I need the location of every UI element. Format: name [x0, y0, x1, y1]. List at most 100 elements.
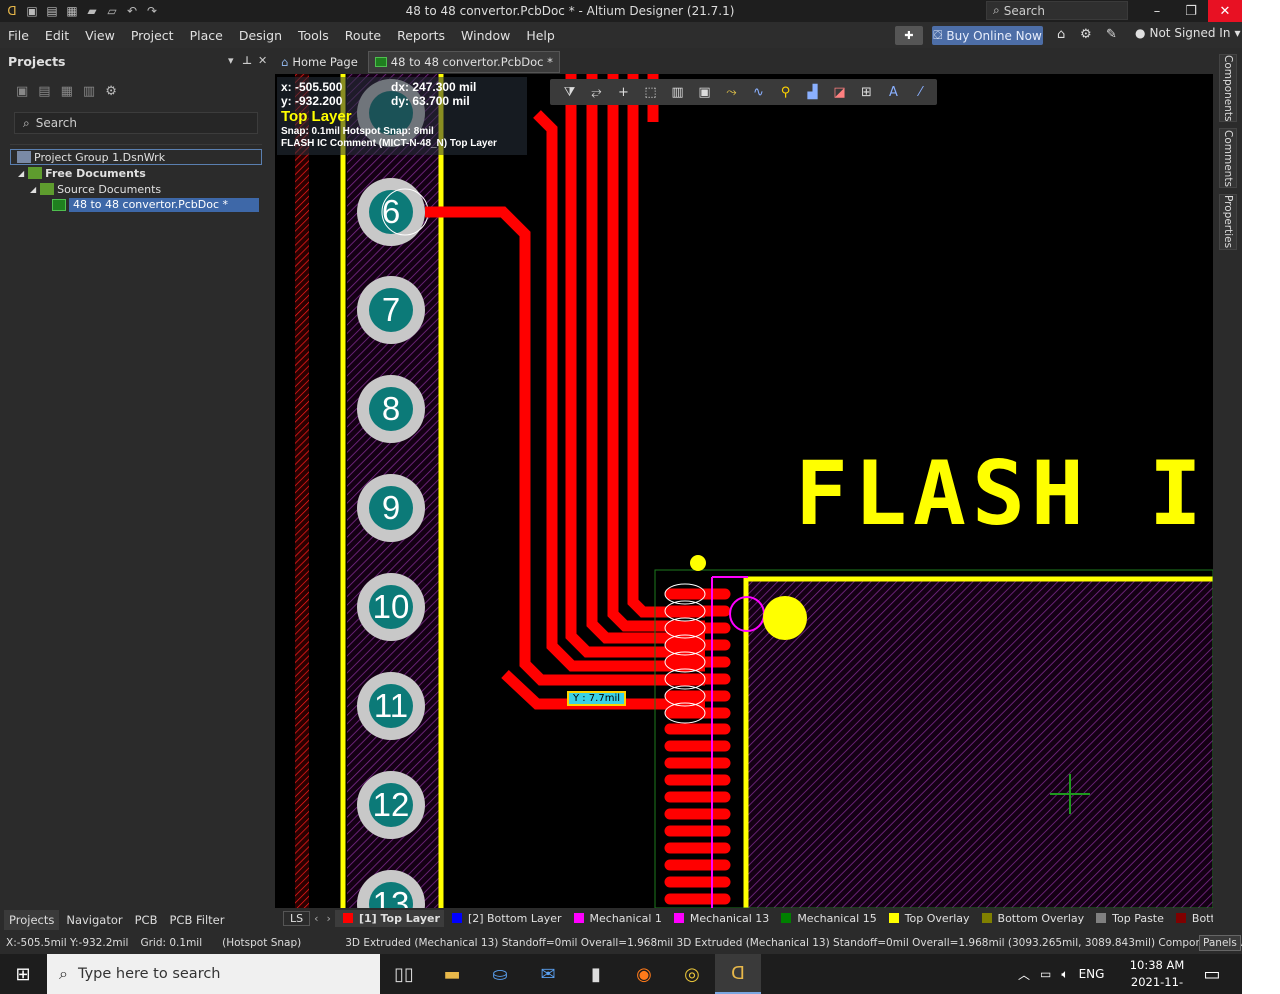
- media-icon[interactable]: ▮: [573, 954, 619, 994]
- layer-tab-mech13[interactable]: Mechanical 13: [666, 912, 773, 925]
- undo-icon[interactable]: ↶: [124, 3, 140, 19]
- tab-navigator[interactable]: Navigator: [61, 910, 128, 930]
- layer-label: [2] Bottom Layer: [467, 911, 562, 925]
- tab-pcb[interactable]: PCB: [129, 910, 163, 930]
- windows-start-icon[interactable]: ⊞: [0, 954, 46, 994]
- tab-comments[interactable]: Comments: [1219, 128, 1237, 188]
- altium-taskbar-icon[interactable]: ᗡ: [715, 954, 761, 994]
- layer-tab-bottom[interactable]: [2] Bottom Layer: [444, 912, 566, 925]
- layer-tab-top-paste[interactable]: Top Paste: [1088, 912, 1168, 925]
- menu-project[interactable]: Project: [123, 28, 182, 43]
- notification-center-icon[interactable]: ▭: [1190, 954, 1234, 994]
- store-icon[interactable]: ⛀: [477, 954, 523, 994]
- tree-item-source-documents[interactable]: ◢ Source Documents: [10, 181, 262, 197]
- menu-help[interactable]: Help: [518, 28, 563, 43]
- layer-tab-mech15[interactable]: Mechanical 15: [773, 912, 880, 925]
- menu-route[interactable]: Route: [337, 28, 389, 43]
- pcb-document-icon: [52, 199, 66, 211]
- taskbar-search-input[interactable]: ⌕ Type here to search: [47, 954, 380, 994]
- feedback-button[interactable]: ✚: [895, 26, 923, 45]
- chrome-icon[interactable]: ◎: [669, 954, 715, 994]
- volume-icon[interactable]: 🔈︎: [1061, 967, 1068, 982]
- notifications-icon[interactable]: ✎: [1106, 27, 1117, 42]
- scroll-left-icon[interactable]: ‹: [310, 912, 322, 925]
- menu-edit[interactable]: Edit: [37, 28, 77, 43]
- global-search-box[interactable]: ⌕ Search: [986, 1, 1128, 20]
- tree-item-project-group[interactable]: Project Group 1.DsnWrk: [10, 149, 262, 165]
- align-icon[interactable]: ▥: [664, 85, 691, 100]
- menu-file[interactable]: File: [0, 28, 37, 43]
- dimension-icon[interactable]: ⊞: [853, 85, 880, 100]
- tree-item-free-documents[interactable]: ◢ Free Documents: [10, 165, 262, 181]
- open-project-icon[interactable]: ▱: [104, 3, 120, 19]
- tray-chevron-icon[interactable]: ︿: [1018, 966, 1030, 983]
- layer-tab-top[interactable]: [1] Top Layer: [334, 909, 444, 927]
- expand-icon[interactable]: ◢: [30, 185, 36, 194]
- redo-icon[interactable]: ↷: [144, 3, 160, 19]
- add-existing-icon[interactable]: ▦: [61, 84, 73, 112]
- print-icon[interactable]: ▦: [64, 3, 80, 19]
- keepout-icon[interactable]: ◪: [826, 85, 853, 100]
- diff-pair-icon[interactable]: ∿: [745, 85, 772, 100]
- tab-components[interactable]: Components: [1219, 54, 1237, 122]
- menu-design[interactable]: Design: [231, 28, 290, 43]
- menu-window[interactable]: Window: [453, 28, 518, 43]
- menu-view[interactable]: View: [77, 28, 123, 43]
- firefox-icon[interactable]: ◉: [621, 954, 667, 994]
- interactive-route-icon[interactable]: ⤳: [718, 85, 745, 100]
- restore-button[interactable]: ❐: [1174, 0, 1208, 22]
- panels-button[interactable]: Panels: [1199, 935, 1241, 951]
- buy-online-button[interactable]: ⛋ Buy Online Now: [932, 26, 1043, 45]
- save-project-icon[interactable]: ▣: [16, 84, 28, 112]
- select-rect-icon[interactable]: ⬚: [637, 85, 664, 100]
- crosshair-icon[interactable]: +: [610, 85, 637, 100]
- gear-icon[interactable]: ⚙: [1080, 27, 1092, 42]
- layer-tab-mech1[interactable]: Mechanical 1: [566, 912, 666, 925]
- task-view-icon[interactable]: ▯▯: [381, 954, 427, 994]
- settings-icon[interactable]: ⚙: [105, 84, 117, 112]
- scroll-right-icon[interactable]: ›: [323, 912, 335, 925]
- home-icon[interactable]: ⌂: [1057, 27, 1065, 42]
- component-icon[interactable]: ▣: [691, 85, 718, 100]
- tab-home-page[interactable]: ⌂ Home Page: [275, 51, 364, 73]
- close-panel-icon[interactable]: ✕: [258, 54, 267, 67]
- tab-pcb-document[interactable]: 48 to 48 convertor.PcbDoc *: [367, 51, 560, 73]
- tab-pcb-filter[interactable]: PCB Filter: [164, 910, 230, 930]
- expand-icon[interactable]: ◢: [18, 169, 24, 178]
- save-icon[interactable]: ▣: [24, 3, 40, 19]
- tree-item-pcb-document[interactable]: 48 to 48 convertor.PcbDoc *: [10, 197, 262, 213]
- polygon-icon[interactable]: ▟: [799, 85, 826, 100]
- minimize-button[interactable]: –: [1140, 0, 1174, 22]
- panel-menu-icon[interactable]: ▾: [228, 54, 234, 67]
- save-all-icon[interactable]: ▤: [44, 3, 60, 19]
- layer-tab-bottom-paste[interactable]: Bottom Past: [1168, 912, 1213, 925]
- pcb-canvas[interactable]: 6 7 8 9 10 11 12 13 FLASH IC Y : 7.7mil …: [275, 74, 1213, 908]
- text-icon[interactable]: A: [880, 85, 907, 100]
- clock[interactable]: 10:38 AM 2021-11-04: [1124, 957, 1190, 994]
- via-icon[interactable]: ⚲: [772, 85, 799, 100]
- tab-projects[interactable]: Projects: [4, 910, 60, 930]
- language-indicator[interactable]: ENG: [1079, 967, 1105, 981]
- mail-icon[interactable]: ✉: [525, 954, 571, 994]
- project-search-input[interactable]: ⌕ Search: [14, 112, 258, 134]
- route-icon[interactable]: ⥂: [583, 85, 610, 100]
- compile-icon[interactable]: ▤: [38, 84, 50, 112]
- line-icon[interactable]: ⁄: [907, 85, 934, 100]
- pad-number: 10: [372, 588, 410, 625]
- file-explorer-icon[interactable]: ▬: [429, 954, 475, 994]
- folder-icon: [40, 183, 55, 195]
- pin-icon[interactable]: ⊥: [242, 54, 252, 67]
- tab-properties[interactable]: Properties: [1219, 194, 1237, 250]
- layer-set-button[interactable]: LS: [283, 910, 311, 926]
- sign-in-menu[interactable]: ● Not Signed In ▾: [1135, 26, 1241, 40]
- remove-icon[interactable]: ▥: [83, 84, 95, 112]
- close-button[interactable]: ✕: [1208, 0, 1242, 22]
- layer-tab-top-overlay[interactable]: Top Overlay: [881, 912, 974, 925]
- menu-tools[interactable]: Tools: [290, 28, 337, 43]
- layer-tab-bottom-overlay[interactable]: Bottom Overlay: [974, 912, 1089, 925]
- filter-icon[interactable]: ⧩: [556, 85, 583, 100]
- open-icon[interactable]: ▰: [84, 3, 100, 19]
- network-icon[interactable]: ▭: [1040, 967, 1051, 981]
- menu-place[interactable]: Place: [182, 28, 231, 43]
- menu-reports[interactable]: Reports: [389, 28, 453, 43]
